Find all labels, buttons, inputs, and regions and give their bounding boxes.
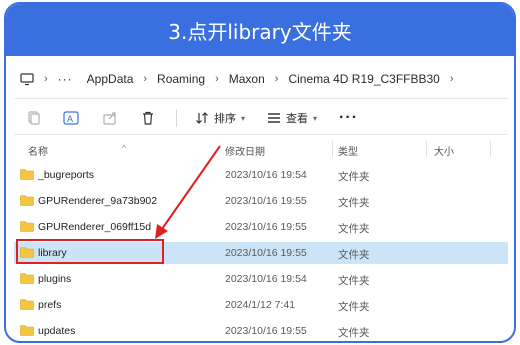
tutorial-frame: 3.点开library文件夹 › ··· AppData › Roaming ›… (4, 2, 516, 343)
annotation-arrow (155, 145, 221, 239)
